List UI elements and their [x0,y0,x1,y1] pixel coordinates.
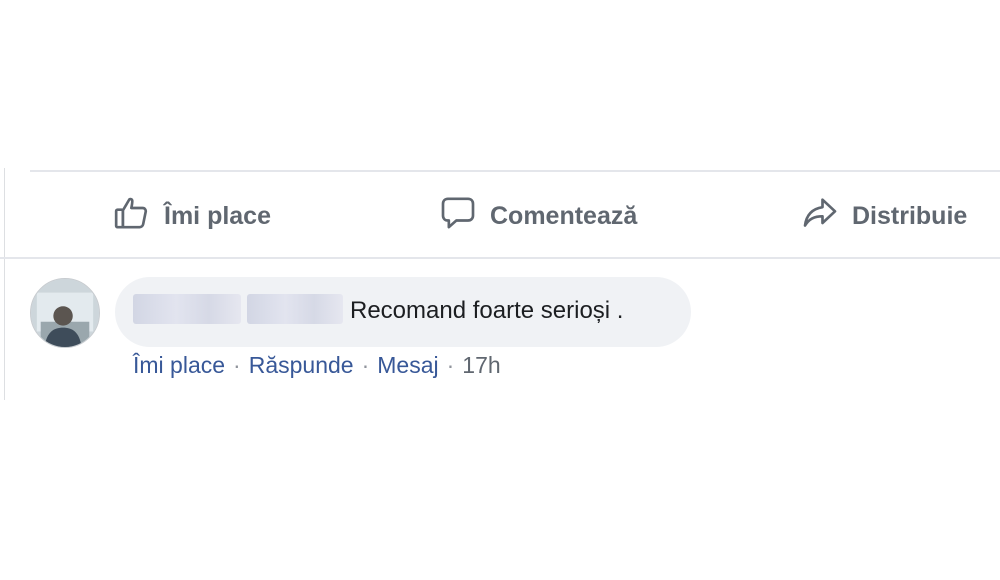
share-arrow-icon [800,193,852,240]
comment-timestamp[interactable]: 17h [462,352,500,379]
comment-like-link[interactable]: Îmi place [133,352,225,379]
redacted-author-first-name [133,294,241,324]
thumbs-up-icon [112,193,164,240]
comment-message-link[interactable]: Mesaj [377,352,438,379]
comment-label: Comentează [490,201,638,230]
redacted-author-last-name [247,294,343,324]
speech-bubble-icon [438,193,490,240]
like-button[interactable]: Îmi place [112,196,271,236]
post-actions-bar: Îmi place Comentează Distribuie [0,172,1000,258]
comment-button[interactable]: Comentează [438,196,637,236]
avatar[interactable] [30,278,100,348]
actions-divider [0,257,1000,259]
post-card: Îmi place Comentează Distribuie Recomand… [0,168,1000,400]
comment-bubble: Recomand foarte serioși . [115,277,691,347]
comment-reply-link[interactable]: Răspunde [249,352,354,379]
comment-text: Recomand foarte serioși . [350,297,624,324]
like-label: Îmi place [164,201,271,230]
separator-dot: · [446,352,455,378]
share-button[interactable]: Distribuie [800,196,967,236]
separator-dot: · [233,352,241,378]
separator-dot: · [361,352,370,378]
comment-actions: Îmi place · Răspunde · Mesaj · 17h [133,352,501,379]
share-label: Distribuie [852,201,968,230]
